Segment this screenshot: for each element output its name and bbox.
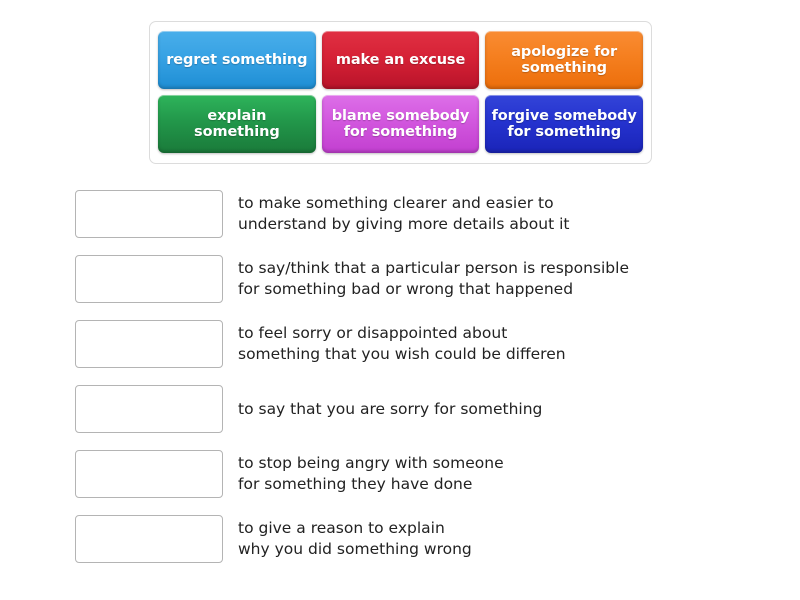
definition-list: to make something clearer and easier to …	[75, 190, 775, 580]
tile-row-2: explain something blame somebody for som…	[158, 95, 644, 153]
answer-tile-regret-something[interactable]: regret something	[158, 31, 316, 89]
definition-text-5: to stop being angry with someone for som…	[238, 454, 504, 493]
definition-text-1: to make something clearer and easier to …	[238, 194, 570, 233]
definition-text-6: to give a reason to explain why you did …	[238, 519, 472, 558]
drop-zone-3[interactable]	[75, 320, 223, 368]
answer-tile-tray: regret something make an excuse apologiz…	[149, 21, 652, 164]
definition-row: to say that you are sorry for something	[75, 385, 775, 433]
activity-stage: regret something make an excuse apologiz…	[0, 0, 800, 600]
definition-row: to say/think that a particular person is…	[75, 255, 775, 303]
drop-zone-6[interactable]	[75, 515, 223, 563]
answer-tile-apologize-for-something[interactable]: apologize for something	[485, 31, 644, 89]
answer-tile-blame-somebody-for-something[interactable]: blame somebody for something	[321, 95, 480, 153]
definition-text-2: to say/think that a particular person is…	[238, 259, 629, 298]
drop-zone-4[interactable]	[75, 385, 223, 433]
definition-row: to give a reason to explain why you did …	[75, 515, 775, 563]
definition-row: to feel sorry or disappointed about some…	[75, 320, 775, 368]
definition-row: to make something clearer and easier to …	[75, 190, 775, 238]
drop-zone-5[interactable]	[75, 450, 223, 498]
answer-tile-forgive-somebody-for-something[interactable]: forgive somebody for something	[485, 95, 644, 153]
answer-tile-make-an-excuse[interactable]: make an excuse	[321, 31, 480, 89]
answer-tile-explain-something[interactable]: explain something	[158, 95, 316, 153]
definition-text-4: to say that you are sorry for something	[238, 399, 543, 418]
drop-zone-1[interactable]	[75, 190, 223, 238]
drop-zone-2[interactable]	[75, 255, 223, 303]
definition-row: to stop being angry with someone for som…	[75, 450, 775, 498]
tile-row-1: regret something make an excuse apologiz…	[158, 31, 644, 89]
definition-text-3: to feel sorry or disappointed about some…	[238, 324, 566, 363]
